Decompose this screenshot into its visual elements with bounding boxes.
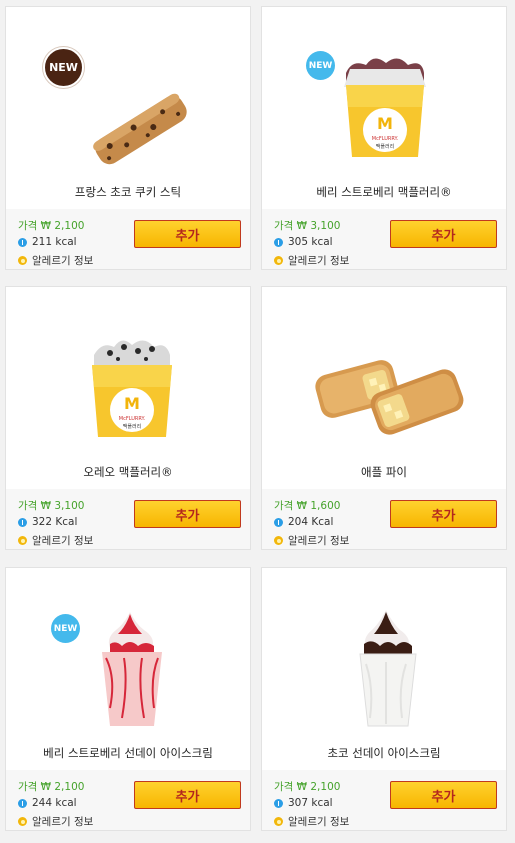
add-button[interactable]: 추가 — [390, 500, 497, 528]
strawberry-sundae-image — [102, 612, 162, 726]
product-info: 가격 ₩ 1,600 204 Kcal 알레르기 정보 추가 — [262, 489, 506, 549]
svg-text:M: M — [124, 394, 140, 413]
allergy-icon — [18, 256, 27, 265]
product-image[interactable]: NEW — [6, 568, 250, 738]
allergy-icon — [274, 536, 283, 545]
svg-text:M: M — [377, 114, 393, 133]
product-info: 가격 ₩ 3,100 305 kcal 알레르기 정보 추가 — [262, 209, 506, 269]
product-name: 베리 스트로베리 맥플러리® — [316, 185, 452, 199]
product-price: 가격 ₩ 1,600 — [274, 500, 341, 512]
cup-brand-text: McFLURRY. — [372, 136, 399, 142]
allergy-icon — [274, 256, 283, 265]
product-image[interactable] — [262, 287, 506, 457]
product-image[interactable] — [262, 568, 506, 738]
product-kcal: 204 Kcal — [274, 516, 333, 528]
product-name: 베리 스트로베리 선데이 아이스크림 — [43, 746, 213, 760]
product-kcal: 322 Kcal — [18, 516, 77, 528]
product-name: 애플 파이 — [361, 465, 407, 479]
mcflurry-oreo-image: M McFLURRY. 맥플러리 — [92, 340, 172, 437]
add-button[interactable]: 추가 — [390, 781, 497, 809]
allergy-info-link[interactable]: 알레르기 정보 — [274, 533, 349, 548]
add-button[interactable]: 추가 — [390, 220, 497, 248]
product-kcal: 244 kcal — [18, 797, 77, 809]
new-badge: NEW — [43, 47, 84, 88]
product-image[interactable]: NEW — [6, 7, 250, 177]
kcal-value: 211 kcal — [32, 236, 77, 248]
product-kcal: 305 kcal — [274, 236, 333, 248]
product-info: 가격 ₩ 3,100 322 Kcal 알레르기 정보 추가 — [6, 489, 250, 549]
info-icon — [274, 517, 283, 527]
mcflurry-berry-image: M McFLURRY. 맥플러리 — [344, 58, 426, 157]
info-icon — [274, 237, 283, 247]
allergy-info-link[interactable]: 알레르기 정보 — [274, 814, 349, 829]
cup-korean-text: 맥플러리 — [376, 143, 394, 150]
product-info: 가격 ₩ 2,100 307 kcal 알레르기 정보 추가 — [262, 770, 506, 830]
info-icon — [18, 798, 27, 808]
allergy-label: 알레르기 정보 — [288, 255, 350, 267]
product-price: 가격 ₩ 2,100 — [274, 781, 341, 793]
product-name: 오레오 맥플러리® — [83, 465, 173, 479]
cookie-stick-image — [93, 93, 187, 165]
allergy-label: 알레르기 정보 — [32, 816, 94, 828]
product-card[interactable]: NEW 베리 스트로베리 선데이 아이스크림 가격 ₩ 2,100 244 kc… — [5, 567, 251, 831]
product-card[interactable]: M McFLURRY. 맥플러리 오레오 맥플러리® 가격 ₩ 3,100 32… — [5, 286, 251, 550]
product-price: 가격 ₩ 2,100 — [18, 220, 85, 232]
allergy-info-link[interactable]: 알레르기 정보 — [274, 253, 349, 268]
allergy-label: 알레르기 정보 — [32, 255, 94, 267]
choco-sundae-image — [359, 610, 417, 727]
product-card[interactable]: 애플 파이 가격 ₩ 1,600 204 Kcal 알레르기 정보 추가 — [261, 286, 507, 550]
cup-brand-text: McFLURRY. — [119, 416, 146, 422]
add-button[interactable]: 추가 — [134, 220, 241, 248]
info-icon — [18, 237, 27, 247]
info-icon — [18, 517, 27, 527]
product-name: 초코 선데이 아이스크림 — [327, 746, 441, 760]
kcal-value: 307 kcal — [288, 797, 333, 809]
product-price: 가격 ₩ 3,100 — [18, 500, 85, 512]
product-image[interactable]: M McFLURRY. 맥플러리 — [6, 287, 250, 457]
allergy-label: 알레르기 정보 — [288, 535, 350, 547]
kcal-value: 204 Kcal — [288, 516, 334, 528]
cup-korean-text: 맥플러리 — [123, 423, 141, 430]
product-price: 가격 ₩ 3,100 — [274, 220, 341, 232]
add-button[interactable]: 추가 — [134, 500, 241, 528]
product-info: 가격 ₩ 2,100 244 kcal 알레르기 정보 추가 — [6, 770, 250, 830]
info-icon — [274, 798, 283, 808]
new-badge: NEW — [306, 51, 335, 80]
allergy-info-link[interactable]: 알레르기 정보 — [18, 814, 93, 829]
product-name: 프랑스 초코 쿠키 스틱 — [74, 185, 182, 199]
product-info: 가격 ₩ 2,100 211 kcal 알레르기 정보 추가 — [6, 209, 250, 269]
product-card[interactable]: NEW 프랑스 초코 쿠키 스틱 가격 ₩ 2,100 211 kcal 알레르… — [5, 6, 251, 270]
product-price: 가격 ₩ 2,100 — [18, 781, 85, 793]
new-badge: NEW — [51, 614, 80, 643]
allergy-label: 알레르기 정보 — [288, 816, 350, 828]
kcal-value: 322 Kcal — [32, 516, 78, 528]
allergy-icon — [18, 817, 27, 826]
add-button[interactable]: 추가 — [134, 781, 241, 809]
allergy-info-link[interactable]: 알레르기 정보 — [18, 253, 93, 268]
allergy-icon — [18, 536, 27, 545]
allergy-icon — [274, 817, 283, 826]
apple-pie-image — [315, 360, 464, 435]
kcal-value: 305 kcal — [288, 236, 333, 248]
product-image[interactable]: M McFLURRY. 맥플러리 NEW — [262, 7, 506, 177]
allergy-info-link[interactable]: 알레르기 정보 — [18, 533, 93, 548]
product-card[interactable]: M McFLURRY. 맥플러리 NEW 베리 스트로베리 맥플러리® 가격 ₩… — [261, 6, 507, 270]
product-card[interactable]: 초코 선데이 아이스크림 가격 ₩ 2,100 307 kcal 알레르기 정보… — [261, 567, 507, 831]
product-kcal: 211 kcal — [18, 236, 77, 248]
allergy-label: 알레르기 정보 — [32, 535, 94, 547]
product-kcal: 307 kcal — [274, 797, 333, 809]
kcal-value: 244 kcal — [32, 797, 77, 809]
